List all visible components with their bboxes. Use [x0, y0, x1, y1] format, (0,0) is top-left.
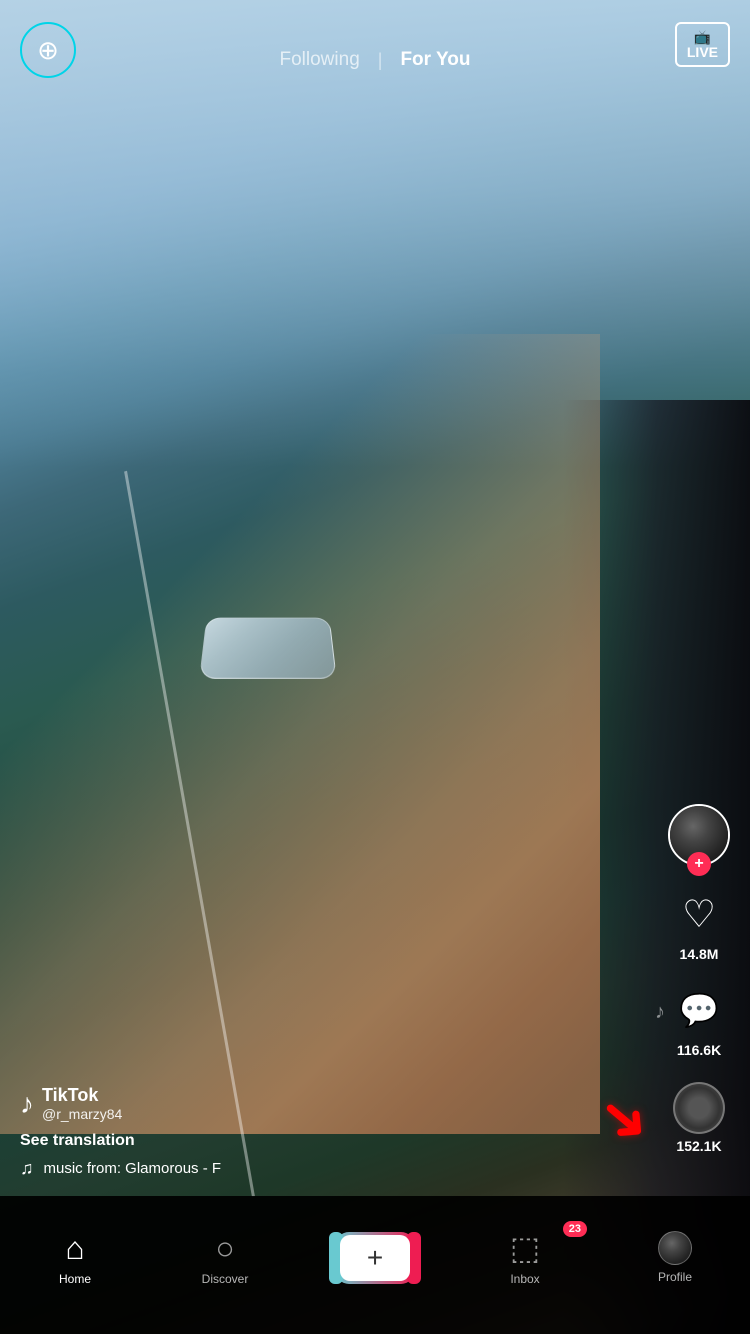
camera-icon: ⊕: [37, 35, 59, 66]
create-button-inner: +: [340, 1235, 410, 1281]
camera-button[interactable]: ⊕: [20, 22, 76, 78]
hand-overlay: [0, 334, 600, 1134]
home-icon: ⌂: [65, 1230, 84, 1267]
profile-avatar-icon: [658, 1231, 692, 1265]
creator-name: TikTok: [42, 1085, 122, 1106]
comment-count: 116.6K: [677, 1042, 721, 1058]
music-note-icon: ♫: [20, 1158, 34, 1179]
create-button[interactable]: +: [335, 1232, 415, 1284]
like-action[interactable]: ♡ 14.8M: [673, 888, 725, 962]
like-count: 14.8M: [680, 946, 719, 962]
share-count: 152.1K: [676, 1138, 721, 1154]
heart-icon: ♡: [673, 888, 725, 940]
see-translation-button[interactable]: See translation: [20, 1132, 660, 1150]
bottom-nav: ⌂ Home ○ Discover + ⬚ 23 Inbox Profile: [0, 1196, 750, 1334]
nav-discover[interactable]: ○ Discover: [175, 1230, 275, 1286]
nav-home[interactable]: ⌂ Home: [25, 1230, 125, 1286]
creator-avatar[interactable]: +: [668, 804, 730, 866]
inbox-label: Inbox: [510, 1272, 539, 1286]
live-button[interactable]: 📺 LIVE: [675, 22, 730, 67]
bottom-info: ♪ TikTok @r_marzy84 See translation ♫ mu…: [20, 1085, 660, 1179]
inbox-icon: ⬚: [510, 1229, 540, 1267]
nav-profile[interactable]: Profile: [625, 1231, 725, 1284]
tiktok-logo: ♪: [20, 1088, 34, 1120]
brand-section: ♪ TikTok @r_marzy84: [20, 1085, 660, 1122]
following-tab[interactable]: Following: [262, 39, 378, 81]
live-label: LIVE: [687, 44, 718, 60]
music-float-note: ♪: [655, 1001, 665, 1024]
creator-username: @r_marzy84: [42, 1106, 122, 1122]
top-nav: ⊕ Following | For You 📺 LIVE: [0, 0, 750, 110]
comment-action[interactable]: 💬 116.6K: [673, 984, 725, 1058]
username-block: TikTok @r_marzy84: [42, 1085, 122, 1122]
discover-label: Discover: [202, 1272, 249, 1286]
music-disc[interactable]: [673, 1082, 725, 1134]
music-info: ♫ music from: Glamorous - F: [20, 1158, 660, 1179]
inbox-badge: 23: [563, 1221, 587, 1237]
nav-inbox[interactable]: ⬚ 23 Inbox: [475, 1229, 575, 1286]
follow-button[interactable]: +: [687, 852, 711, 876]
nav-create[interactable]: +: [325, 1232, 425, 1284]
nav-tabs: Following | For You: [262, 39, 489, 81]
home-label: Home: [59, 1272, 91, 1286]
profile-label: Profile: [658, 1270, 692, 1284]
music-text: music from: Glamorous - F: [44, 1160, 222, 1177]
for-you-tab[interactable]: For You: [382, 39, 488, 81]
comment-icon: 💬: [673, 984, 725, 1036]
ice-object: [199, 617, 337, 678]
search-icon: ○: [215, 1230, 234, 1267]
